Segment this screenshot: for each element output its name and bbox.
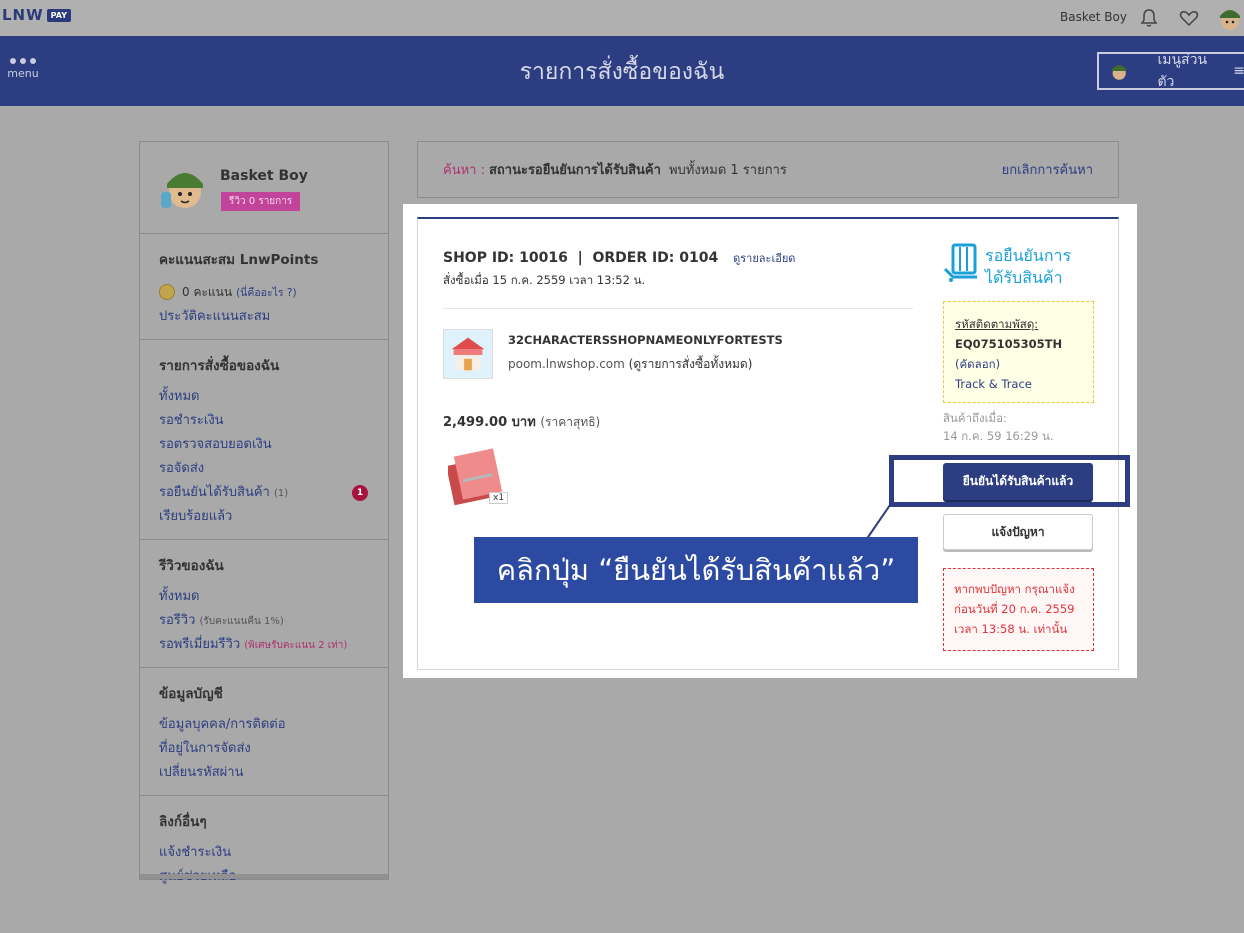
order-id-text: SHOP ID: 10016 | ORDER ID: 0104: [443, 250, 719, 266]
sidebar-item-verifying-payment[interactable]: รอตรวจสอบยอดเงิน: [159, 433, 369, 457]
sidebar-item-all-reviews[interactable]: ทั้งหมด: [159, 585, 369, 609]
warning-line: หากพบปัญหา กรุณาแจ้ง: [954, 582, 1075, 596]
sidebar-item-note: (พิเศษรับคะแนน 2 เท่า): [244, 640, 348, 651]
section-heading: คะแนนสะสม LnwPoints: [159, 252, 319, 268]
instruction-callout: คลิกปุ่ม “ยืนยันได้รับสินค้าแล้ว”: [474, 537, 918, 603]
price-value: 2,499.00 บาท: [443, 415, 536, 430]
order-id: SHOP ID: 10016 | ORDER ID: 0104 ดูรายละเ…: [443, 249, 795, 267]
sidebar-item-note: (รับคะแนนคืน 1%): [199, 616, 284, 627]
avatar: [1111, 65, 1127, 80]
order-card-highlight: SHOP ID: 10016 | ORDER ID: 0104 ดูรายละเ…: [403, 204, 1137, 678]
arrival-label: สินค้าถึงเมื่อ:: [943, 411, 1007, 425]
heart-icon[interactable]: [1178, 7, 1200, 29]
arrival-info: สินค้าถึงเมื่อ: 14 ก.ค. 59 16:29 น.: [943, 409, 1054, 445]
review-count-badge[interactable]: รีวิว 0 รายการ: [221, 192, 301, 211]
top-username[interactable]: Basket Boy: [1060, 10, 1127, 24]
track-trace-link[interactable]: Track & Trace: [955, 374, 1082, 394]
logo-text: LNW: [2, 6, 44, 24]
sidebar-item-payment-notify[interactable]: แจ้งชำระเงิน: [159, 841, 369, 865]
tracking-box: รหัสติดตามพัสดุ: EQ075105305TH (คัดลอก) …: [943, 301, 1094, 403]
shop-url-text[interactable]: poom.lnwshop.com: [508, 357, 625, 371]
page-title: รายการสั่งซื้อของฉัน: [519, 59, 725, 85]
tracking-number: EQ075105305TH: [955, 337, 1063, 351]
sidebar-item-change-password[interactable]: เปลี่ยนรหัสผ่าน: [159, 761, 369, 785]
reviews-section: รีวิวของฉัน ทั้งหมด รอรีวิว (รับคะแนนคืน…: [140, 540, 388, 668]
status-line: ได้รับสินค้า: [985, 268, 1063, 287]
cancel-search-link[interactable]: ยกเลิกการค้นหา: [1002, 159, 1093, 180]
sidebar-item-premium-reviews[interactable]: รอพรีเมี่ยมรีวิว (พิเศษรับคะแนน 2 เท่า): [159, 633, 369, 657]
profile-name: Basket Boy: [220, 168, 308, 184]
profile-card: Basket Boy รีวิว 0 รายการ: [140, 142, 388, 234]
tracking-label: รหัสติดตามพัสดุ:: [955, 317, 1039, 331]
order-status: รอยืนยันการ ได้รับสินค้า: [985, 245, 1095, 289]
highlight-frame: [889, 455, 1130, 507]
hamburger-icon: ≡: [1233, 63, 1244, 79]
section-heading: รีวิวของฉัน: [159, 558, 224, 574]
shop-orders-link[interactable]: (ดูรายการสั่งซื้อทั้งหมด): [629, 357, 753, 371]
sidebar: Basket Boy รีวิว 0 รายการ คะแนนสะสม LnwP…: [139, 141, 389, 884]
shop-url: poom.lnwshop.com (ดูรายการสั่งซื้อทั้งหม…: [508, 355, 752, 374]
warning-line: เวลา 13:58 น. เท่านั้น: [954, 622, 1068, 636]
page-header: menu รายการสั่งซื้อของฉัน เมนูส่วนตัว ≡: [0, 36, 1244, 106]
order-detail-link[interactable]: ดูรายละเอียด: [733, 252, 795, 265]
sidebar-item-completed[interactable]: เรียบร้อยแล้ว: [159, 505, 369, 529]
divider: [443, 308, 913, 309]
personal-menu-label: เมนูส่วนตัว: [1157, 52, 1208, 90]
sidebar-item-awaiting-shipment[interactable]: รอจัดส่ง: [159, 457, 369, 481]
points-help-link[interactable]: (นี่คืออะไร ?): [236, 284, 296, 301]
top-bar: LNW PAY Basket Boy: [0, 0, 1244, 36]
section-heading: ข้อมูลบัญชี: [159, 686, 223, 702]
report-deadline-warning: หากพบปัญหา กรุณาแจ้ง ก่อนวันที่ 20 ก.ค. …: [943, 568, 1094, 651]
section-heading: รายการสั่งซื้อของฉัน: [159, 358, 280, 374]
search-filter-bar: ค้นหา : สถานะรอยืนยันการได้รับสินค้า พบท…: [417, 141, 1119, 198]
sidebar-item-awaiting-payment[interactable]: รอชำระเงิน: [159, 409, 369, 433]
order-date: สั่งซื้อเมื่อ 15 ก.ค. 2559 เวลา 13:52 น.: [443, 273, 646, 287]
sidebar-item-awaiting-confirmation[interactable]: รอยืนยันได้รับสินค้า (1) 1: [159, 481, 369, 505]
coin-icon: [159, 284, 175, 300]
quantity-badge: x1: [489, 492, 509, 504]
points-value: 0 คะแนน: [182, 284, 233, 299]
sidebar-item-count: (1): [273, 488, 289, 499]
sidebar-item-shipping-address[interactable]: ที่อยู่ในการจัดส่ง: [159, 737, 369, 761]
status-line: รอยืนยันการ: [985, 246, 1072, 265]
sidebar-item-pending-reviews[interactable]: รอรีวิว (รับคะแนนคืน 1%): [159, 609, 369, 633]
search-label: ค้นหา :: [443, 163, 485, 178]
personal-menu-button[interactable]: เมนูส่วนตัว ≡: [1097, 52, 1244, 90]
arrival-date: 14 ก.ค. 59 16:29 น.: [943, 429, 1054, 443]
warning-line: ก่อนวันที่ 20 ก.ค. 2559: [954, 602, 1075, 616]
section-heading: ลิงก์อื่นๆ: [159, 814, 207, 830]
order-price: 2,499.00 บาท (ราคาสุทธิ): [443, 411, 600, 432]
orders-section: รายการสั่งซื้อของฉัน ทั้งหมด รอชำระเงิน …: [140, 340, 388, 540]
sidebar-item-help-center[interactable]: ศูนย์ช่วยเหลือ: [159, 865, 369, 889]
sidebar-item-all-orders[interactable]: ทั้งหมด: [159, 385, 369, 409]
sidebar-item-label: รอรีวิว: [159, 613, 196, 628]
points-row: 0 คะแนน (นี่คืออะไร ?): [159, 279, 369, 305]
sidebar-item-personal-info[interactable]: ข้อมูลบุคคล/การติดต่อ: [159, 713, 369, 737]
avatar[interactable]: [157, 162, 209, 214]
price-note: (ราคาสุทธิ): [540, 415, 601, 429]
points-history-link[interactable]: ประวัติคะแนนสะสม: [159, 305, 369, 329]
points-section: คะแนนสะสม LnwPoints 0 คะแนน (นี่คืออะไร …: [140, 234, 388, 340]
search-status: สถานะรอยืนยันการได้รับสินค้า: [488, 163, 661, 178]
delivery-status-icon: [943, 243, 977, 282]
shop-name[interactable]: 32CHARACTERSSHOPNAMEONLYFORTESTS: [508, 333, 783, 347]
shop-logo[interactable]: [443, 329, 493, 379]
avatar[interactable]: [1216, 4, 1244, 32]
copy-tracking-link[interactable]: (คัดลอก): [955, 354, 1082, 374]
logo-badge: PAY: [46, 8, 72, 22]
lnwpay-logo[interactable]: LNW PAY: [2, 6, 72, 24]
sidebar-item-label: รอพรีเมี่ยมรีวิว: [159, 637, 241, 652]
account-section: ข้อมูลบัญชี ข้อมูลบุคคล/การติดต่อ ที่อยู…: [140, 668, 388, 796]
notification-badge: 1: [352, 485, 368, 501]
report-problem-button[interactable]: แจ้งปัญหา: [943, 514, 1093, 550]
sidebar-item-label: รอยืนยันได้รับสินค้า: [159, 485, 270, 500]
result-count: พบทั้งหมด 1 รายการ: [668, 163, 787, 178]
bell-icon[interactable]: [1138, 7, 1160, 29]
links-section: ลิงก์อื่นๆ แจ้งชำระเงิน ศูนย์ช่วยเหลือ: [140, 796, 388, 899]
